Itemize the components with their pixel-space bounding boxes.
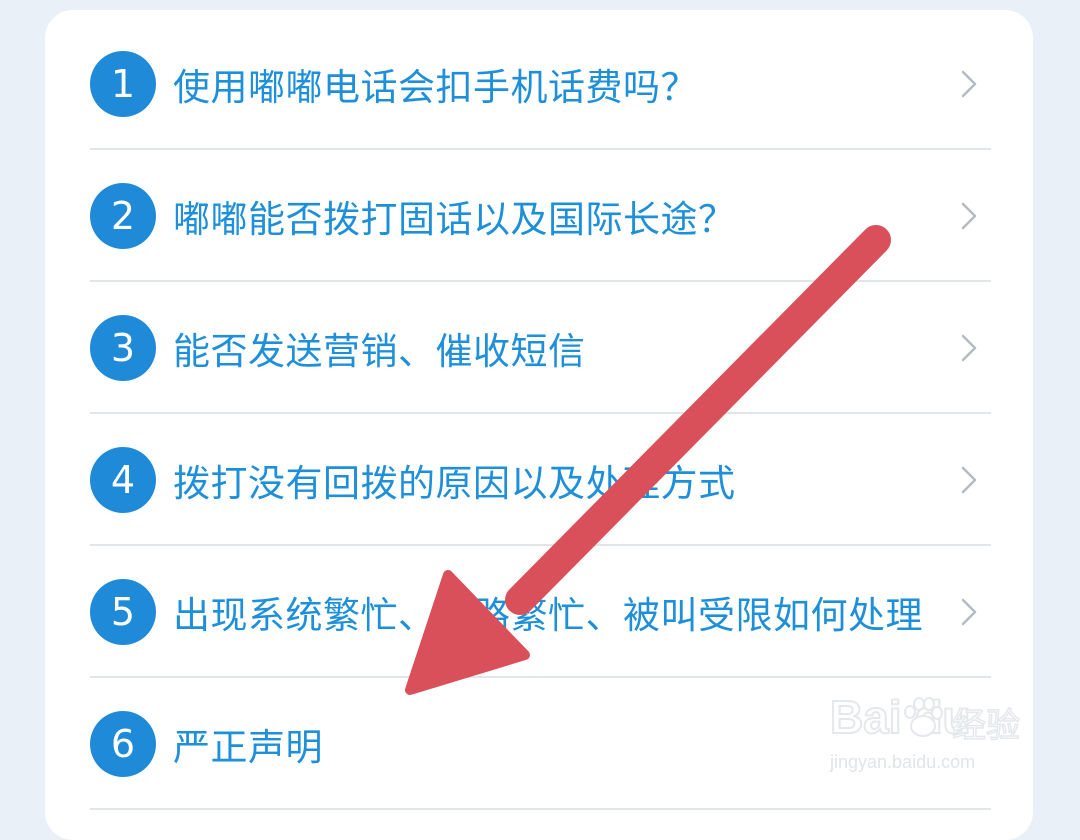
chevron-right-icon [961,202,977,230]
faq-item-2[interactable]: 2 嘟嘟能否拨打固话以及国际长途？ [45,150,1033,282]
baidu-paw-icon [904,697,943,737]
number-badge: 2 [90,183,156,249]
number-badge: 6 [90,711,156,777]
chevron-right-icon [961,466,977,494]
watermark-url: jingyan.baidu.com [830,752,976,772]
faq-item-4[interactable]: 4 拨打没有回拨的原因以及处理方式 [45,414,1033,546]
faq-item-label: 使用嘟嘟电话会扣手机话费吗？ [173,66,698,109]
number-badge: 3 [90,315,156,381]
number-badge: 5 [90,579,156,645]
number-badge: 1 [90,51,156,117]
faq-item-3[interactable]: 3 能否发送营销、催收短信 [45,282,1033,414]
number-badge: 4 [90,447,156,513]
baidu-jingyan-watermark: Bai du 经验 jingyan.baidu.com [820,690,1050,785]
chevron-right-icon [961,334,977,362]
faq-item-label: 拨打没有回拨的原因以及处理方式 [173,462,736,505]
faq-item-label: 嘟嘟能否拨打固话以及国际长途？ [173,198,736,241]
faq-item-label: 能否发送营销、催收短信 [173,330,586,373]
faq-item-1[interactable]: 1 使用嘟嘟电话会扣手机话费吗？ [45,18,1033,150]
faq-item-label: 出现系统繁忙、线路繁忙、被叫受限如何处理 [173,594,923,637]
chevron-right-icon [961,598,977,626]
divider [90,808,991,810]
faq-item-5[interactable]: 5 出现系统繁忙、线路繁忙、被叫受限如何处理 [45,546,1033,678]
watermark-cn: 经验 [951,705,1021,747]
chevron-right-icon [961,70,977,98]
